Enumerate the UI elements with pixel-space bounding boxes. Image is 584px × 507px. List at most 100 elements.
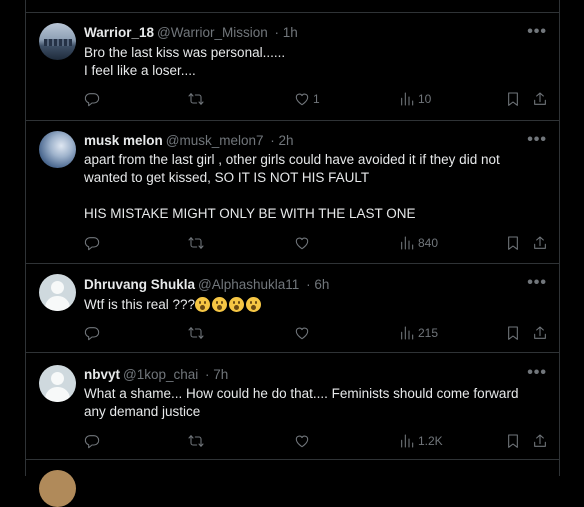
retweet-icon — [188, 433, 204, 449]
share-icon — [532, 235, 548, 251]
action-bar: 840 — [84, 234, 546, 252]
share-icon — [532, 433, 548, 449]
author-handle[interactable]: @Alphashukla11 — [198, 277, 299, 292]
avatar[interactable] — [39, 131, 76, 168]
views-icon — [399, 433, 415, 449]
author-name[interactable]: Dhruvang Shukla — [84, 277, 195, 292]
share-icon — [532, 91, 548, 107]
text-line: I feel like a loser.... — [84, 63, 196, 78]
avatar[interactable] — [39, 365, 76, 402]
more-icon[interactable]: ••• — [527, 131, 547, 149]
author-handle[interactable]: @musk_melon7 — [166, 133, 264, 148]
text-line: What a shame... How could he do that....… — [84, 386, 519, 401]
tweet-3[interactable]: Dhruvang Shukla @Alphashukla11 · 6h ••• W… — [26, 264, 559, 353]
like-button[interactable]: 1 — [294, 90, 320, 108]
astonished-face-emoji — [212, 297, 228, 312]
text-line: apart from the last girl , other girls c… — [84, 152, 500, 167]
reply-timeline: Warrior_18 @Warrior_Mission · 1h ••• Bro … — [25, 0, 560, 507]
text-line: wanted to get kissed, SO IT IS NOT HIS F… — [84, 170, 370, 185]
text-line: any demand justice — [84, 404, 201, 419]
tweet-2[interactable]: musk melon @musk_melon7 · 2h ••• apart fr… — [26, 121, 559, 264]
timestamp[interactable]: · 7h — [205, 367, 228, 382]
avatar[interactable] — [39, 23, 76, 60]
like-icon — [294, 235, 310, 251]
retweet-icon — [188, 325, 204, 341]
bookmark-button[interactable] — [505, 324, 521, 342]
like-button[interactable] — [294, 234, 313, 252]
views-count: 840 — [418, 236, 439, 250]
author-name[interactable]: nbvyt — [84, 367, 120, 382]
views-icon — [399, 325, 415, 341]
views-button[interactable]: 215 — [399, 324, 438, 342]
share-icon — [532, 325, 548, 341]
avatar[interactable] — [39, 274, 76, 311]
author-name[interactable]: Warrior_18 — [84, 25, 154, 40]
retweet-button[interactable] — [188, 432, 204, 450]
bookmark-button[interactable] — [505, 432, 521, 450]
like-icon — [294, 91, 310, 107]
views-icon — [399, 235, 415, 251]
action-bar: 1.2K — [84, 432, 546, 450]
astonished-face-emoji — [195, 297, 211, 312]
reply-button[interactable] — [84, 234, 100, 252]
author-name[interactable]: musk melon — [84, 133, 163, 148]
action-bar: 1 10 — [84, 90, 546, 108]
more-icon[interactable]: ••• — [527, 274, 547, 292]
more-icon[interactable]: ••• — [527, 364, 547, 382]
text-line — [84, 187, 524, 205]
reply-icon — [84, 325, 100, 341]
share-button[interactable] — [532, 432, 548, 450]
tweet-text: Bro the last kiss was personal...... I f… — [84, 44, 524, 80]
bookmark-button[interactable] — [505, 90, 521, 108]
views-icon — [399, 91, 415, 107]
astonished-face-emoji — [246, 297, 262, 312]
bookmark-icon — [505, 433, 521, 449]
tweet-header: Warrior_18 @Warrior_Mission · 1h — [84, 25, 298, 40]
views-button[interactable]: 840 — [399, 234, 438, 252]
reply-icon — [84, 235, 100, 251]
text-line: Bro the last kiss was personal...... — [84, 45, 286, 60]
author-handle[interactable]: @Warrior_Mission — [157, 25, 268, 40]
tweet-header: nbvyt @1kop_chai · 7h — [84, 367, 228, 382]
like-icon — [294, 325, 310, 341]
tweet-1[interactable]: Warrior_18 @Warrior_Mission · 1h ••• Bro … — [26, 13, 559, 121]
views-count: 10 — [418, 92, 432, 106]
bookmark-icon — [505, 91, 521, 107]
reply-icon — [84, 91, 100, 107]
timestamp[interactable]: · 6h — [306, 277, 329, 292]
views-button[interactable]: 1.2K — [399, 432, 443, 450]
views-count: 215 — [418, 326, 439, 340]
more-icon[interactable]: ••• — [527, 23, 547, 41]
timestamp[interactable]: · 2h — [270, 133, 293, 148]
tweet-4[interactable]: nbvyt @1kop_chai · 7h ••• What a shame...… — [26, 353, 559, 460]
bookmark-icon — [505, 325, 521, 341]
bookmark-button[interactable] — [505, 234, 521, 252]
retweet-icon — [188, 235, 204, 251]
bookmark-icon — [505, 235, 521, 251]
share-button[interactable] — [532, 90, 548, 108]
share-button[interactable] — [532, 234, 548, 252]
emoji-group — [195, 297, 263, 312]
reply-icon — [84, 433, 100, 449]
views-button[interactable]: 10 — [399, 90, 431, 108]
retweet-button[interactable] — [188, 324, 204, 342]
like-button[interactable] — [294, 432, 313, 450]
reply-button[interactable] — [84, 90, 100, 108]
action-bar: 215 — [84, 324, 546, 342]
timestamp[interactable]: · 1h — [275, 25, 298, 40]
tweet-header: Dhruvang Shukla @Alphashukla11 · 6h — [84, 277, 329, 292]
retweet-icon — [188, 91, 204, 107]
reply-button[interactable] — [84, 324, 100, 342]
text-run: Wtf is this real ??? — [84, 297, 196, 312]
retweet-button[interactable] — [188, 234, 204, 252]
reply-button[interactable] — [84, 432, 100, 450]
author-handle[interactable]: @1kop_chai — [123, 367, 198, 382]
tweet-text: What a shame... How could he do that....… — [84, 385, 524, 421]
text-line: Wtf is this real ??? — [84, 296, 524, 314]
like-button[interactable] — [294, 324, 313, 342]
views-count: 1.2K — [418, 434, 443, 448]
share-button[interactable] — [532, 324, 548, 342]
like-count: 1 — [313, 92, 320, 106]
retweet-button[interactable] — [188, 90, 204, 108]
astonished-face-emoji — [229, 297, 245, 312]
